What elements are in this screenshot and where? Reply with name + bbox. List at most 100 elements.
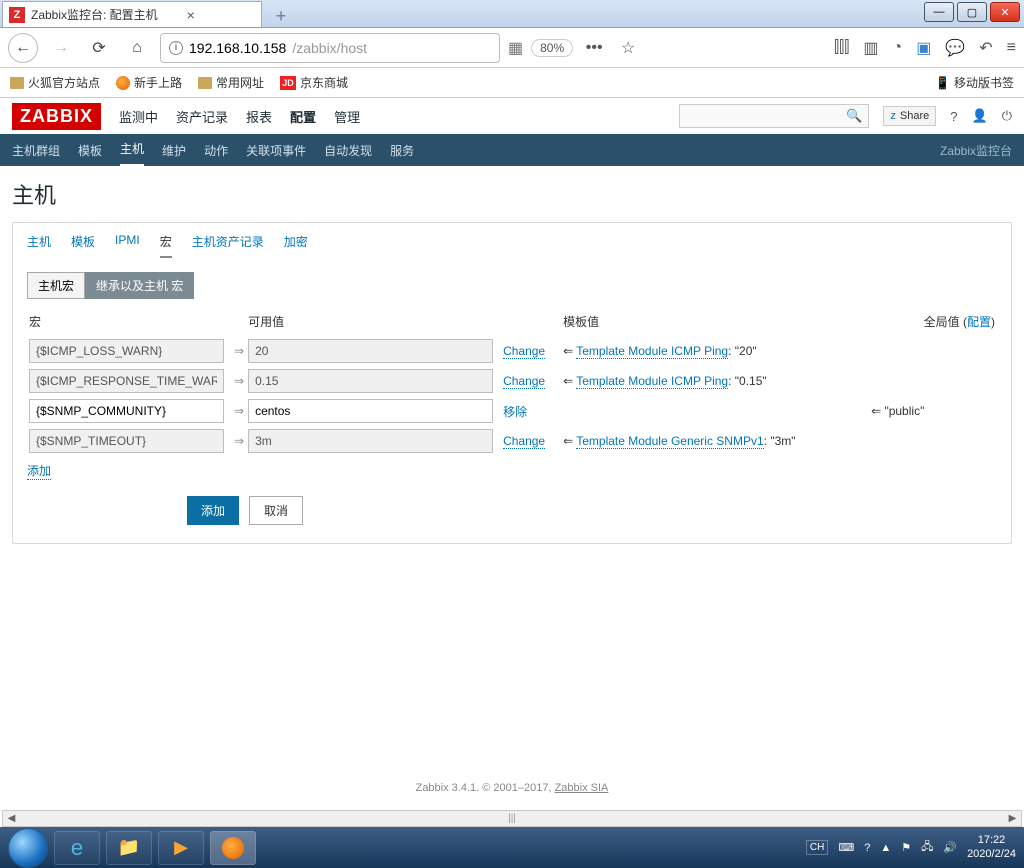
scroll-thumb[interactable]: ||| [482,811,542,826]
macro-action-link[interactable]: 移除 [503,405,527,419]
cancel-button[interactable]: 取消 [249,496,303,525]
info-icon[interactable]: i [169,41,183,55]
tray-keyboard-icon[interactable]: ⌨ [838,841,854,854]
template-link[interactable]: Template Module ICMP Ping [576,374,728,389]
share-button[interactable]: zShare [883,106,936,126]
arrow-icon: ⇒ [232,336,246,366]
macro-value-input[interactable] [248,369,493,393]
bookmark-jd[interactable]: JD京东商城 [280,74,348,91]
close-window-button[interactable]: ✕ [990,2,1020,22]
account-icon[interactable]: ◔ [893,39,903,57]
footer-link[interactable]: Zabbix SIA [555,782,609,794]
task-ie[interactable]: e [54,831,100,865]
bookmark-star-icon[interactable]: ☆ [615,35,641,61]
back-button[interactable]: ← [8,33,38,63]
subnav-actions[interactable]: 动作 [204,135,228,166]
tab-host[interactable]: 主机 [27,233,51,258]
zabbix-logo[interactable]: ZABBIX [12,103,101,130]
tray-up-icon[interactable]: ▲ [880,842,891,854]
tray-network-icon[interactable]: 🖧 [921,838,933,857]
home-button[interactable]: ⌂ [122,33,152,63]
submit-button[interactable]: 添加 [187,496,239,525]
bookmark-common-sites[interactable]: 常用网址 [198,74,264,91]
subnav-templates[interactable]: 模板 [78,135,102,166]
menu-administration[interactable]: 管理 [334,107,360,126]
sidebar-icon[interactable]: ▥ [863,38,878,58]
macro-action-link[interactable]: Change [503,344,545,359]
library-icon[interactable]: ⫿⫿⫿ [834,39,849,57]
tray-volume-icon[interactable]: 🔊 [943,841,957,854]
bookmark-label: 常用网址 [216,74,264,91]
tab-macros[interactable]: 宏 [160,233,172,258]
chat-icon[interactable]: 💬 [945,38,965,58]
macro-name-input[interactable] [29,339,224,363]
tab-ipmi[interactable]: IPMI [115,233,140,258]
host-tab-container: 主机 模板 IPMI 宏 主机资产记录 加密 主机宏 继承以及主机 宏 宏 可用… [12,222,1012,544]
start-button[interactable] [8,828,48,868]
macro-action-link[interactable]: Change [503,374,545,389]
menu-inventory[interactable]: 资产记录 [176,107,228,126]
template-value-cell: ⇐ Template Module ICMP Ping: "20" [561,336,831,366]
forward-button[interactable]: → [46,33,76,63]
maximize-button[interactable]: ▢ [957,2,987,22]
subnav-discovery[interactable]: 自动发现 [324,135,372,166]
macro-name-input[interactable] [29,399,224,423]
task-explorer[interactable]: 📁 [106,831,152,865]
global-config-link[interactable]: 配置 [967,315,991,329]
subnav-hostgroups[interactable]: 主机群组 [12,135,60,166]
logout-icon[interactable]: ⏻ [1002,108,1012,124]
share-icon: z [890,110,896,122]
template-link[interactable]: Template Module ICMP Ping [576,344,728,359]
horizontal-scrollbar[interactable]: ◀ ||| ▶ [2,810,1022,827]
macro-name-input[interactable] [29,369,224,393]
address-bar[interactable]: i 192.168.10.158/zabbix/host [160,33,500,63]
more-actions-icon[interactable]: ••• [581,35,607,61]
macro-value-input[interactable] [248,429,493,453]
zoom-indicator[interactable]: 80% [531,39,573,57]
macro-row: ⇒ Change ⇐ Template Module ICMP Ping: "20" [27,336,997,366]
scroll-left-icon[interactable]: ◀ [3,811,20,826]
add-macro-link[interactable]: 添加 [27,462,51,480]
undo-icon[interactable]: ↶ [979,38,992,58]
browser-tab-active[interactable]: Z Zabbix监控台: 配置主机 × [2,1,262,27]
tab-templates[interactable]: 模板 [71,233,95,258]
scroll-right-icon[interactable]: ▶ [1004,811,1021,826]
tab-encryption[interactable]: 加密 [284,233,308,258]
task-firefox[interactable] [210,831,256,865]
new-tab-button[interactable]: + [268,5,294,27]
user-icon[interactable]: 👤 [972,108,988,124]
macro-action-link[interactable]: Change [503,434,545,449]
search-input[interactable]: 🔍 [679,104,869,128]
menu-monitoring[interactable]: 监测中 [119,107,158,126]
toolbar-right-icons: ⫿⫿⫿ ▥ ◔ ▣ 💬 ↶ ≡ [834,38,1016,58]
macros-table: 宏 可用值 模板值 全局值 (配置) ⇒Change⇐ Template Mod… [27,309,997,456]
template-link[interactable]: Template Module Generic SNMPv1 [576,434,763,449]
subnav-services[interactable]: 服务 [390,135,414,166]
help-icon[interactable]: ? [950,109,957,124]
qr-icon[interactable]: ▦ [508,38,523,58]
menu-icon[interactable]: ≡ [1007,39,1016,57]
macro-name-input[interactable] [29,429,224,453]
subnav-hosts[interactable]: 主机 [120,133,144,167]
minimize-button[interactable]: — [924,2,954,22]
mobile-bookmarks[interactable]: 📱移动版书签 [935,74,1014,91]
tab-inventory[interactable]: 主机资产记录 [192,233,264,258]
task-media[interactable]: ▶ [158,831,204,865]
menu-reports[interactable]: 报表 [246,107,272,126]
mode-inherited-macros[interactable]: 继承以及主机 宏 [85,272,194,299]
tray-help-icon[interactable]: ? [864,842,870,854]
mode-host-macros[interactable]: 主机宏 [27,272,85,299]
subnav-correlation[interactable]: 关联项事件 [246,135,306,166]
macro-value-input[interactable] [248,339,493,363]
tray-clock[interactable]: 17:22 2020/2/24 [967,834,1016,860]
puzzle-icon[interactable]: ▣ [916,38,931,58]
ime-indicator[interactable]: CH [806,840,828,855]
menu-configuration[interactable]: 配置 [290,107,316,126]
bookmark-firefox-official[interactable]: 火狐官方站点 [10,74,100,91]
tab-close-icon[interactable]: × [184,8,198,22]
macro-value-input[interactable] [248,399,493,423]
bookmark-getting-started[interactable]: 新手上路 [116,74,182,91]
tray-flag-icon[interactable]: ⚑ [901,841,911,854]
subnav-maintenance[interactable]: 维护 [162,135,186,166]
reload-button[interactable]: ⟳ [84,33,114,63]
